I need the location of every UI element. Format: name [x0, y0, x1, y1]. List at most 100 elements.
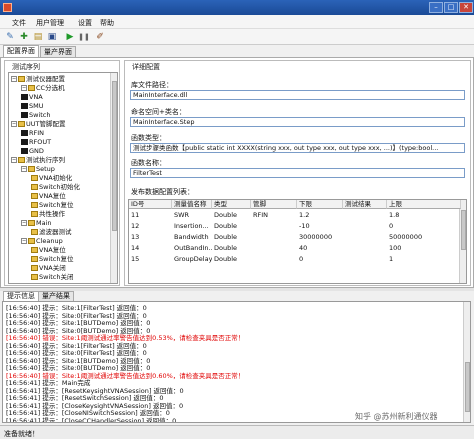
- grid-cell[interactable]: -10: [297, 222, 343, 231]
- grid-cell[interactable]: 40: [297, 244, 343, 253]
- tab-production-results[interactable]: 量产结果: [38, 291, 74, 301]
- grid-cell[interactable]: Double: [212, 244, 251, 253]
- grid-cell[interactable]: Double: [212, 255, 251, 264]
- grid-cell[interactable]: [343, 244, 387, 253]
- grid-cell[interactable]: [343, 222, 387, 231]
- namespace-class-field[interactable]: MainInterface.Step: [130, 117, 465, 127]
- grid-cell[interactable]: 13: [129, 233, 172, 242]
- tree-item[interactable]: Switch复位: [31, 201, 74, 209]
- grid-header[interactable]: 下限: [297, 200, 343, 209]
- grid-header[interactable]: 管脚: [251, 200, 297, 209]
- grid-header[interactable]: 测量值名称: [172, 200, 212, 209]
- grid-cell[interactable]: 100: [387, 244, 461, 253]
- folder-icon: [28, 238, 35, 244]
- tree-item[interactable]: − Main: [21, 219, 52, 227]
- grid-cell[interactable]: 30000000: [297, 233, 343, 242]
- tree-item[interactable]: RFOUT: [21, 138, 51, 146]
- collapse-icon[interactable]: −: [21, 166, 27, 172]
- tree-item[interactable]: RFIN: [21, 129, 44, 137]
- tree-item[interactable]: Switch初始化: [31, 183, 80, 191]
- tree-item[interactable]: Switch: [21, 111, 51, 119]
- grid-cell[interactable]: [251, 255, 297, 264]
- tab-messages[interactable]: 提示信息: [3, 291, 39, 301]
- grid-cell[interactable]: [343, 211, 387, 220]
- tree-item[interactable]: 滤波器测试: [31, 228, 72, 236]
- grid-cell[interactable]: Insertion...: [172, 222, 212, 231]
- grid-cell[interactable]: [251, 233, 297, 242]
- menu-file[interactable]: 文件: [12, 18, 26, 28]
- grid-cell[interactable]: 15: [129, 255, 172, 264]
- grid-cell[interactable]: GroupDelay: [172, 255, 212, 264]
- new-icon[interactable]: ✎: [4, 31, 16, 43]
- close-button[interactable]: ✕: [459, 2, 473, 13]
- tree-item[interactable]: SMU: [21, 102, 44, 110]
- tree-scrollbar[interactable]: [110, 73, 117, 283]
- grid-cell[interactable]: [343, 255, 387, 264]
- grid-cell[interactable]: 14: [129, 244, 172, 253]
- tree-item[interactable]: − 测试仪器配置: [11, 75, 65, 83]
- function-name-field[interactable]: FilterTest: [130, 168, 465, 178]
- grid-cell[interactable]: SWR: [172, 211, 212, 220]
- library-path-field[interactable]: MainInterface.dll: [130, 90, 465, 100]
- grid-cell[interactable]: [343, 233, 387, 242]
- tab-production[interactable]: 量产界面: [40, 46, 76, 57]
- grid-cell[interactable]: 0: [387, 222, 461, 231]
- settings-icon[interactable]: ✐: [94, 31, 106, 43]
- grid-cell[interactable]: [251, 244, 297, 253]
- pause-icon[interactable]: ❚❚: [78, 31, 90, 43]
- menu-settings[interactable]: 设置: [78, 18, 92, 28]
- grid-cell[interactable]: 0: [297, 255, 343, 264]
- open-icon[interactable]: ▤: [32, 31, 44, 43]
- menu-user-management[interactable]: 用户管理: [36, 18, 64, 28]
- tree-item[interactable]: − 测试执行序列: [11, 156, 65, 164]
- grid-cell[interactable]: [251, 222, 297, 231]
- tree-item[interactable]: VNA复位: [31, 246, 66, 254]
- grid-cell[interactable]: RFIN: [251, 211, 297, 220]
- tree-item[interactable]: − Setup: [21, 165, 55, 173]
- tree-item[interactable]: Switch关闭: [31, 273, 74, 281]
- grid-header[interactable]: 类型: [212, 200, 251, 209]
- sequence-tree[interactable]: − 测试仪器配置 − CC分选机 VNA SMU Switch − UUT管脚配置 RFIN RFO…: [8, 72, 118, 284]
- tree-item[interactable]: VNA初始化: [31, 174, 72, 182]
- tree-item[interactable]: − Cleanup: [21, 237, 63, 245]
- tree-item[interactable]: − CC分选机: [21, 84, 65, 92]
- tree-item[interactable]: Switch复位: [31, 255, 74, 263]
- message-log[interactable]: [16:56:40] 提示：Site:1[FilterTest] 返回值：0 [1…: [2, 301, 471, 423]
- grid-cell[interactable]: Double: [212, 222, 251, 231]
- tree-item[interactable]: VNA: [21, 93, 43, 101]
- grid-cell[interactable]: 1.8: [387, 211, 461, 220]
- save-icon[interactable]: ▣: [46, 31, 58, 43]
- tree-item[interactable]: VNA复位: [31, 192, 66, 200]
- menu-help[interactable]: 帮助: [100, 18, 114, 28]
- grid-header[interactable]: ID号: [129, 200, 172, 209]
- collapse-icon[interactable]: −: [21, 220, 27, 226]
- collapse-icon[interactable]: −: [21, 238, 27, 244]
- grid-cell[interactable]: Double: [212, 211, 251, 220]
- maximize-button[interactable]: □: [444, 2, 458, 13]
- run-icon[interactable]: ▶: [64, 31, 76, 43]
- tree-item[interactable]: VNA关闭: [31, 264, 66, 272]
- publish-data-grid[interactable]: ID号 测量值名称 类型 管脚 下限 测试结果 上限 11 SWR Double RFIN 1.2 1.…: [128, 199, 467, 284]
- grid-cell[interactable]: 1: [387, 255, 461, 264]
- grid-cell[interactable]: 1.2: [297, 211, 343, 220]
- grid-cell[interactable]: 12: [129, 222, 172, 231]
- grid-header[interactable]: 测试结果: [343, 200, 387, 209]
- minimize-button[interactable]: –: [429, 2, 443, 13]
- collapse-icon[interactable]: −: [11, 76, 17, 82]
- collapse-icon[interactable]: −: [11, 121, 17, 127]
- tree-item[interactable]: GND: [21, 147, 44, 155]
- add-icon[interactable]: ✚: [18, 31, 30, 43]
- tree-item[interactable]: − UUT管脚配置: [11, 120, 66, 128]
- grid-cell[interactable]: Double: [212, 233, 251, 242]
- grid-cell[interactable]: OutBandIn...: [172, 244, 212, 253]
- tree-item[interactable]: 共性操作: [31, 210, 65, 218]
- tab-config[interactable]: 配置界面: [3, 45, 39, 57]
- log-scrollbar[interactable]: [463, 302, 470, 422]
- grid-cell[interactable]: 11: [129, 211, 172, 220]
- grid-cell[interactable]: Bandwidth: [172, 233, 212, 242]
- grid-header[interactable]: 上限: [387, 200, 461, 209]
- collapse-icon[interactable]: −: [11, 157, 17, 163]
- grid-cell[interactable]: 50000000: [387, 233, 461, 242]
- collapse-icon[interactable]: −: [21, 85, 27, 91]
- function-type-select[interactable]: 测试步骤类函数【public static int XXXX(string xx…: [130, 143, 465, 153]
